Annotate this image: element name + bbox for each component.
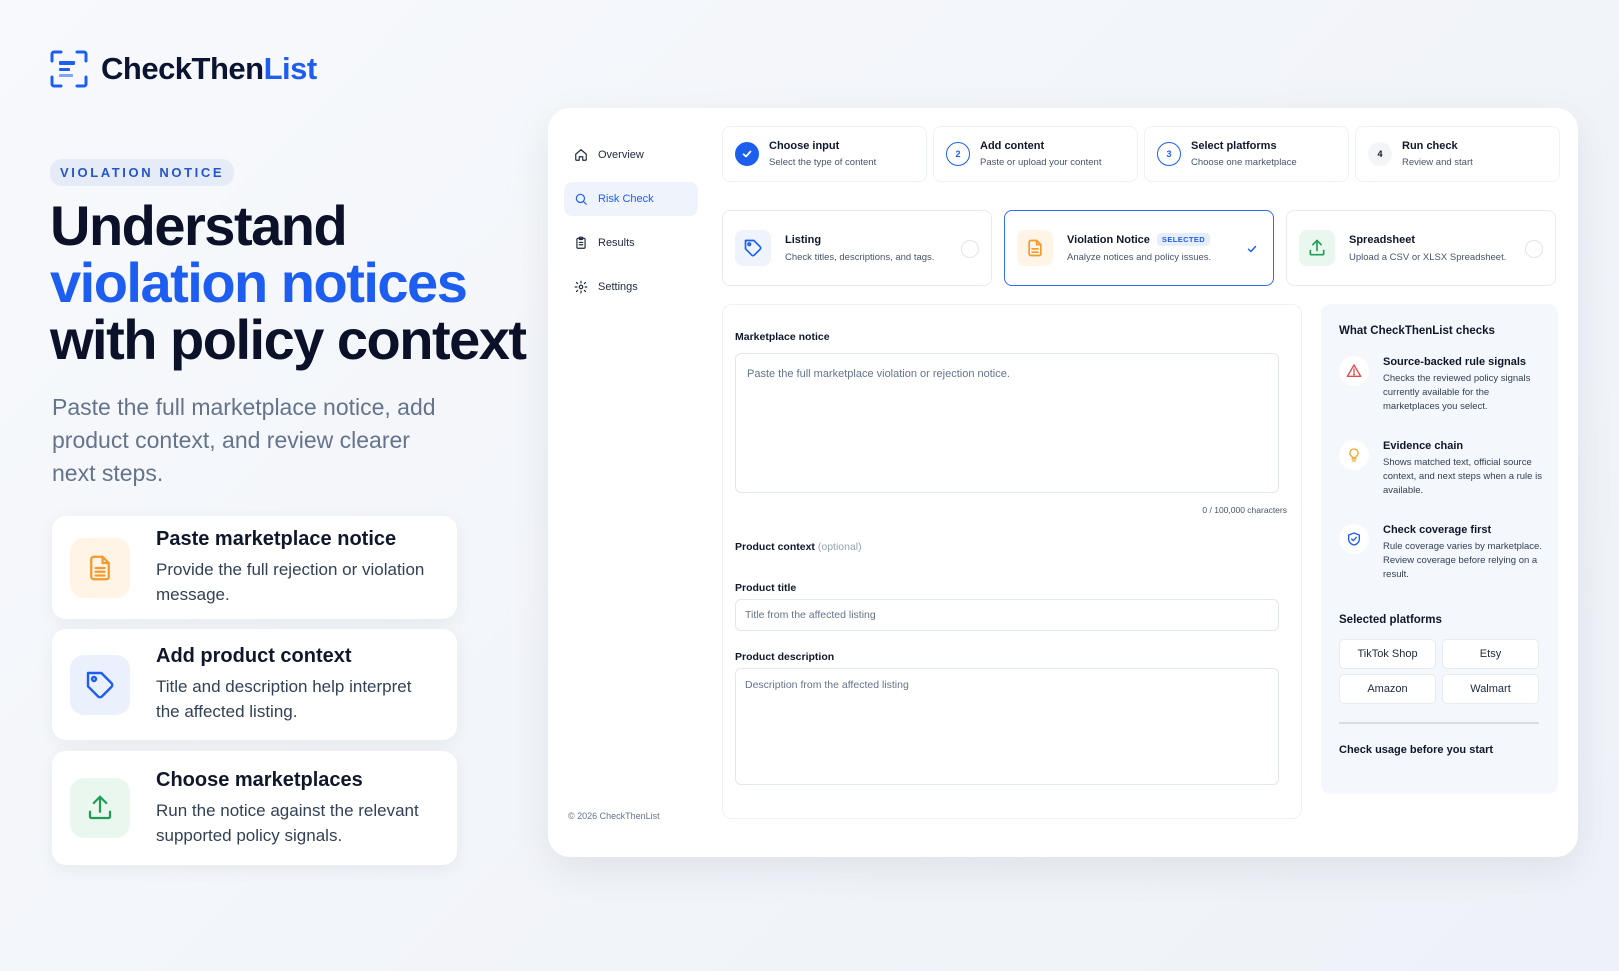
app-window: Overview Risk Check Results Settings © 2… xyxy=(548,108,1578,857)
check-item-desc: Shows matched text, official source cont… xyxy=(1383,457,1542,496)
radio-button[interactable] xyxy=(1525,240,1543,258)
feature-desc: Title and description help interpret the… xyxy=(156,677,412,721)
input-type-spreadsheet[interactable]: Spreadsheet Upload a CSV or XLSX Spreads… xyxy=(1286,210,1556,286)
feature-title: Add product context xyxy=(156,645,352,667)
hero-subtext: Paste the full marketplace notice, add p… xyxy=(52,394,436,486)
input-type-desc: Upload a CSV or XLSX Spreadsheet. xyxy=(1349,251,1507,263)
stepper: Choose input Select the type of content … xyxy=(722,126,1560,182)
product-description-textarea[interactable]: Description from the affected listing xyxy=(735,668,1279,785)
platform-chip-etsy[interactable]: Etsy xyxy=(1442,639,1539,669)
check-item-title: Source-backed rule signals xyxy=(1383,356,1527,368)
warning-icon xyxy=(1339,356,1369,386)
product-title-label: Product title xyxy=(735,582,797,594)
sidebar-item-label: Overview xyxy=(598,149,644,161)
step-number: 3 xyxy=(1157,142,1181,166)
input-type-title: Listing xyxy=(785,233,822,246)
sidebar-item-label: Settings xyxy=(598,281,638,293)
clipboard-icon xyxy=(576,236,586,249)
info-panel: What CheckThenList checks Source-backed … xyxy=(1321,304,1558,794)
step-desc: Choose one marketplace xyxy=(1191,157,1297,168)
step-number: 2 xyxy=(946,142,970,166)
feature-desc: Provide the full rejection or violation … xyxy=(156,560,425,604)
logo-icon xyxy=(50,50,88,88)
step-desc: Review and start xyxy=(1402,157,1473,168)
checkmark-icon xyxy=(1243,240,1261,258)
input-type-selector: Listing Check titles, descriptions, and … xyxy=(722,210,1556,286)
search-icon xyxy=(575,193,587,205)
check-item-title: Check coverage first xyxy=(1383,524,1492,536)
copyright: © 2026 CheckThenList xyxy=(568,811,660,821)
product-context-label: Product context (optional) xyxy=(735,541,862,553)
check-item-desc: Rule coverage varies by marketplace. Rev… xyxy=(1383,541,1542,580)
document-icon xyxy=(1017,230,1053,266)
tag-icon xyxy=(735,230,771,266)
hero-headline: Understand violation notices with policy… xyxy=(50,194,527,371)
feature-card-marketplaces: Choose marketplaces Run the notice again… xyxy=(52,751,457,865)
selected-badge: SELECTED xyxy=(1156,233,1211,246)
input-type-violation-notice[interactable]: Violation Notice SELECTED Analyze notices… xyxy=(1004,210,1274,286)
sidebar-item-overview[interactable]: Overview xyxy=(564,138,698,172)
feature-desc: Run the notice against the relevant supp… xyxy=(156,800,419,845)
selected-platforms-title: Selected platforms xyxy=(1339,614,1442,626)
brand-name: CheckThenList xyxy=(101,51,317,86)
feature-card-paste-notice: Paste marketplace notice Provide the ful… xyxy=(52,516,457,619)
input-type-title: Violation Notice xyxy=(1067,233,1150,246)
radio-button[interactable] xyxy=(961,240,979,258)
sidebar-nav: Overview Risk Check Results Settings xyxy=(564,138,698,314)
step-add-content[interactable]: 2 Add content Paste or upload your conte… xyxy=(933,126,1138,182)
feature-title: Paste marketplace notice xyxy=(156,528,397,550)
feature-card-product-context: Add product context Title and descriptio… xyxy=(52,629,457,740)
input-type-desc: Check titles, descriptions, and tags. xyxy=(785,251,935,263)
input-type-title: Spreadsheet xyxy=(1349,233,1416,246)
notice-label: Marketplace notice xyxy=(735,331,830,343)
step-title: Run check xyxy=(1402,140,1458,152)
platform-chip-amazon[interactable]: Amazon xyxy=(1339,674,1436,704)
input-type-desc: Analyze notices and policy issues. xyxy=(1067,252,1212,263)
sidebar-item-risk-check[interactable]: Risk Check xyxy=(564,182,698,216)
platform-chip-tiktok-shop[interactable]: TikTok Shop xyxy=(1339,639,1436,669)
platform-chip-list: TikTok Shop Etsy Amazon Walmart xyxy=(1339,639,1539,704)
check-usage-link[interactable]: Check usage before you start xyxy=(1339,744,1493,756)
check-item-desc: Checks the reviewed policy signals curre… xyxy=(1383,373,1531,412)
lightbulb-icon xyxy=(1339,440,1369,470)
step-title: Choose input xyxy=(769,140,840,152)
check-item-coverage: Check coverage first Rule coverage varie… xyxy=(1339,524,1544,582)
input-type-listing[interactable]: Listing Check titles, descriptions, and … xyxy=(722,210,992,286)
check-item-title: Evidence chain xyxy=(1383,440,1464,452)
step-number: 4 xyxy=(1368,142,1392,166)
step-run-check[interactable]: 4 Run check Review and start xyxy=(1355,126,1560,182)
step-desc: Select the type of content xyxy=(769,157,877,168)
step-title: Select platforms xyxy=(1191,140,1277,152)
check-item-rule-signals: Source-backed rule signals Checks the re… xyxy=(1339,356,1544,414)
upload-icon xyxy=(70,778,130,838)
info-panel-title: What CheckThenList checks xyxy=(1339,325,1495,337)
divider xyxy=(1339,722,1539,724)
platform-chip-walmart[interactable]: Walmart xyxy=(1442,674,1539,704)
document-icon xyxy=(70,537,130,598)
step-choose-input[interactable]: Choose input Select the type of content xyxy=(722,126,927,182)
product-title-input[interactable]: Title from the affected listing xyxy=(735,599,1279,631)
gear-icon xyxy=(574,280,588,294)
feature-title: Choose marketplaces xyxy=(156,768,363,791)
shield-check-icon xyxy=(1339,524,1369,554)
sidebar-item-settings[interactable]: Settings xyxy=(564,270,698,304)
character-counter: 0 / 100,000 characters xyxy=(1202,505,1287,515)
product-description-label: Product description xyxy=(735,651,835,663)
notice-textarea[interactable]: Paste the full marketplace violation or … xyxy=(735,353,1279,493)
upload-icon xyxy=(1299,230,1335,266)
step-title: Add content xyxy=(980,140,1045,152)
home-icon xyxy=(575,149,587,161)
eyebrow-badge: VIOLATION NOTICE xyxy=(50,159,235,186)
sidebar-item-label: Risk Check xyxy=(598,193,654,205)
notice-form: Marketplace notice Paste the full market… xyxy=(722,304,1302,819)
brand-logo[interactable]: CheckThenList xyxy=(50,50,317,88)
tag-icon xyxy=(70,654,130,715)
check-item-evidence-chain: Evidence chain Shows matched text, offic… xyxy=(1339,440,1544,498)
step-select-platforms[interactable]: 3 Select platforms Choose one marketplac… xyxy=(1144,126,1349,182)
check-icon xyxy=(735,142,759,166)
sidebar-item-results[interactable]: Results xyxy=(564,226,698,260)
step-desc: Paste or upload your content xyxy=(980,157,1102,168)
sidebar-item-label: Results xyxy=(598,237,635,249)
